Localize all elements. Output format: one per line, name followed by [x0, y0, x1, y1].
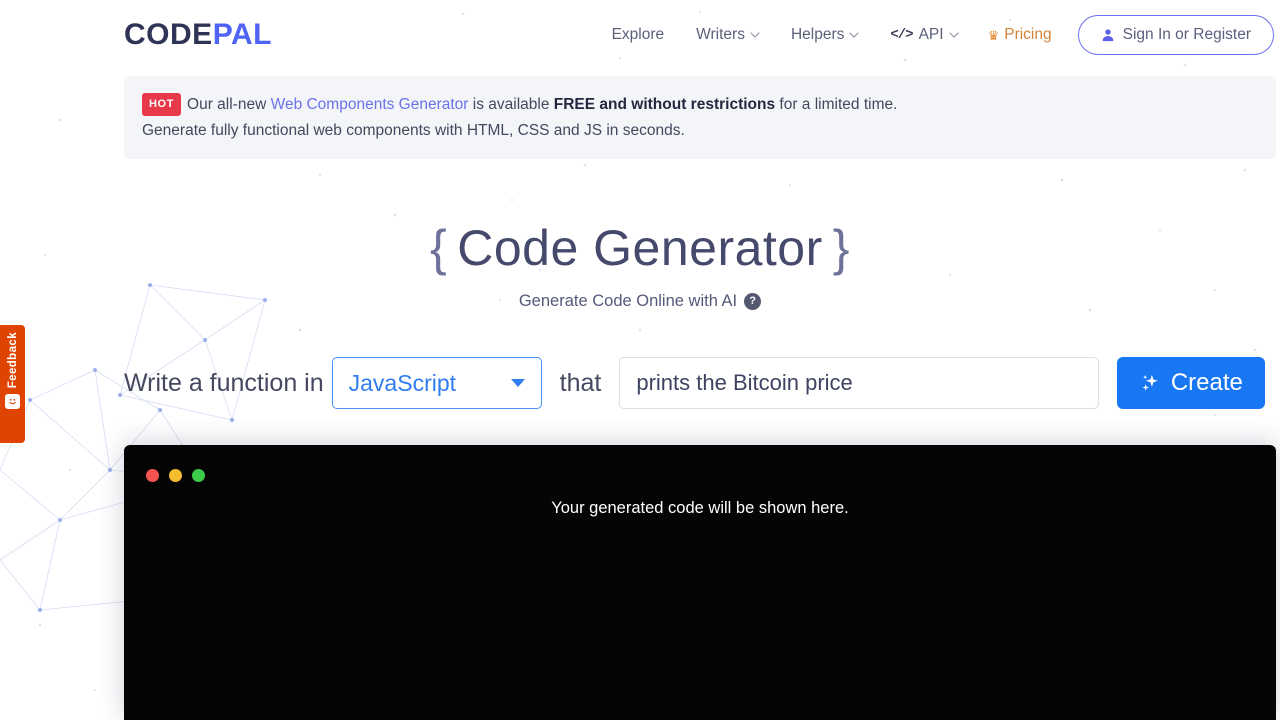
page-root: CODEPAL Explore Writers Helpers </> API … — [0, 0, 1280, 720]
logo[interactable]: CODEPAL — [124, 20, 272, 50]
create-button-label: Create — [1170, 369, 1243, 397]
prompt-input[interactable] — [619, 357, 1100, 410]
nav-item-helpers[interactable]: Helpers — [775, 18, 874, 52]
maximize-dot-icon[interactable] — [192, 469, 205, 482]
page-subtitle: Generate Code Online with AI ? — [0, 292, 1280, 311]
page-title: {Code Generator} — [0, 221, 1280, 276]
nav-item-pricing[interactable]: ♛ Pricing — [974, 18, 1066, 52]
promo-banner: HOT Our all-new Web Components Generator … — [124, 76, 1276, 160]
page-title-text: Code Generator — [457, 220, 823, 277]
brace-open: { — [430, 220, 448, 277]
promo-text-pre: Our all-new — [187, 96, 271, 113]
prompt-connector-label: that — [559, 368, 602, 397]
minimize-dot-icon[interactable] — [169, 469, 182, 482]
feedback-tab[interactable]: Feedback — [0, 325, 25, 443]
page-subtitle-text: Generate Code Online with AI — [518, 292, 738, 311]
hot-badge: HOT — [142, 93, 182, 117]
person-icon — [1101, 28, 1115, 42]
promo-banner-line-1: HOT Our all-new Web Components Generator … — [142, 92, 1276, 118]
prompt-builder-row: Write a function in JavaScript that Crea… — [0, 357, 1280, 410]
promo-text-strong: FREE and without restrictions — [553, 96, 776, 113]
chevron-down-icon — [949, 30, 959, 39]
nav-label-writers: Writers — [696, 26, 745, 43]
chevron-down-icon — [750, 30, 760, 39]
language-select[interactable]: JavaScript — [331, 357, 542, 410]
help-icon[interactable]: ? — [744, 293, 762, 311]
logo-code-text: CODE — [124, 18, 213, 51]
promo-text-post: for a limited time. — [775, 96, 898, 113]
language-select-value: JavaScript — [348, 369, 457, 396]
code-output-placeholder: Your generated code will be shown here. — [551, 499, 849, 517]
close-dot-icon[interactable] — [146, 469, 159, 482]
code-output-panel: Your generated code will be shown here. — [124, 445, 1276, 720]
nav-item-explore[interactable]: Explore — [596, 18, 681, 52]
window-controls — [124, 445, 1276, 482]
create-button[interactable]: Create — [1117, 357, 1266, 410]
prompt-leading-label: Write a function in — [124, 368, 324, 397]
web-components-generator-link[interactable]: Web Components Generator — [271, 96, 469, 113]
logo-pal-text: PAL — [212, 18, 272, 51]
sign-in-or-register-button[interactable]: Sign In or Register — [1077, 15, 1274, 55]
promo-text-mid: is available — [468, 96, 554, 113]
nav-label-api: API — [918, 26, 944, 43]
nav-item-api[interactable]: </> API — [874, 18, 973, 52]
sign-in-label: Sign In or Register — [1122, 26, 1251, 43]
nav-label-helpers: Helpers — [790, 26, 845, 43]
code-tags-icon: </> — [890, 27, 913, 43]
feedback-label: Feedback — [6, 332, 19, 389]
nav-item-writers[interactable]: Writers — [680, 18, 775, 52]
site-header: CODEPAL Explore Writers Helpers </> API … — [0, 0, 1280, 70]
promo-banner-line-2: Generate fully functional web components… — [142, 121, 685, 139]
sparkles-icon — [1140, 372, 1162, 394]
main-navigation: Explore Writers Helpers </> API ♛ Pricin… — [596, 15, 1274, 55]
nav-label-explore: Explore — [611, 26, 665, 43]
brace-close: } — [832, 220, 850, 277]
chevron-down-icon — [510, 379, 525, 388]
nav-label-pricing: Pricing — [1004, 26, 1052, 43]
crown-icon: ♛ — [987, 27, 1000, 43]
hero-section: {Code Generator} Generate Code Online wi… — [0, 221, 1280, 311]
smiley-face-icon — [5, 394, 20, 410]
chevron-down-icon — [849, 30, 859, 39]
